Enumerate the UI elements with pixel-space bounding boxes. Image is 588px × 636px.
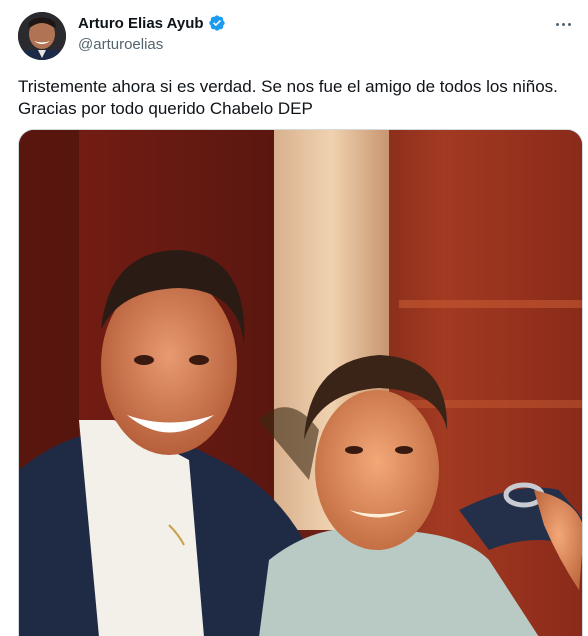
photo-image <box>19 130 582 636</box>
author-handle[interactable]: @arturoelias <box>78 36 163 53</box>
author-avatar[interactable] <box>18 12 66 60</box>
verified-badge-icon <box>208 14 226 32</box>
tweet-text: Tristemente ahora si es verdad. Se nos f… <box>18 77 558 118</box>
tweet-card: Arturo Elias Ayub @arturoelias Tristemen… <box>0 0 588 636</box>
author-display-name[interactable]: Arturo Elias Ayub <box>78 15 204 32</box>
author-name-row: Arturo Elias Ayub <box>78 14 226 32</box>
tweet-photo[interactable] <box>18 129 583 636</box>
more-options-icon[interactable] <box>552 14 574 34</box>
avatar-image <box>18 12 66 60</box>
